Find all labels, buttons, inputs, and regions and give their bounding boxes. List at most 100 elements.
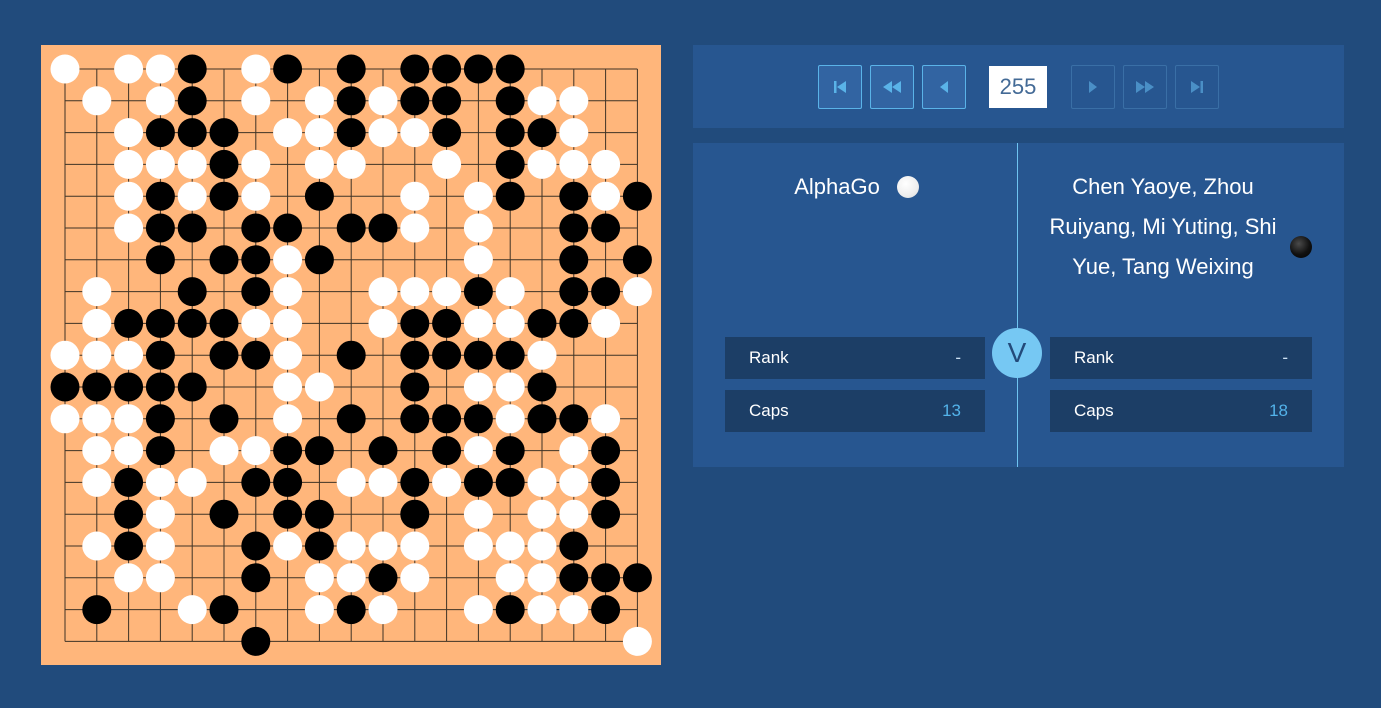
- white-stone: [400, 118, 430, 148]
- white-stone: [495, 531, 525, 561]
- white-stone: [82, 277, 112, 307]
- black-stone: [591, 277, 621, 307]
- fast-rewind-icon: [883, 81, 901, 93]
- white-stone: [622, 626, 652, 656]
- white-stone: [463, 181, 493, 211]
- black-stone: [241, 213, 271, 243]
- white-caps-row: Caps 13: [725, 390, 985, 432]
- white-stone-icon: [897, 176, 919, 198]
- black-stone: [463, 277, 493, 307]
- black-stone: [241, 245, 271, 275]
- white-stone: [368, 86, 398, 116]
- black-stone: [273, 436, 303, 466]
- black-stone: [82, 595, 112, 625]
- white-stone: [400, 277, 430, 307]
- black-stone: [591, 595, 621, 625]
- white-stone: [495, 277, 525, 307]
- white-stone: [463, 245, 493, 275]
- last-move-button[interactable]: [1175, 65, 1219, 109]
- white-rank-row: Rank -: [725, 337, 985, 379]
- black-stone: [145, 181, 175, 211]
- black-stone: [400, 340, 430, 370]
- white-stone: [463, 531, 493, 561]
- white-stone: [114, 563, 144, 593]
- white-stone: [463, 308, 493, 338]
- white-stone: [273, 531, 303, 561]
- black-stone: [304, 436, 334, 466]
- black-stone: [495, 181, 525, 211]
- black-stone: [145, 436, 175, 466]
- black-stone: [495, 54, 525, 84]
- black-stone: [336, 86, 366, 116]
- white-stone: [273, 277, 303, 307]
- white-stone: [527, 499, 557, 529]
- white-stone: [177, 467, 207, 497]
- black-stone: [432, 118, 462, 148]
- white-stone: [82, 436, 112, 466]
- white-stone: [241, 86, 271, 116]
- skip-start-icon: [834, 81, 846, 93]
- black-stone: [591, 499, 621, 529]
- black-stone: [177, 54, 207, 84]
- white-stone: [145, 531, 175, 561]
- black-stone: [495, 467, 525, 497]
- black-stone: [241, 531, 271, 561]
- white-stone: [241, 181, 271, 211]
- black-stone: [145, 245, 175, 275]
- black-stone: [432, 436, 462, 466]
- fast-forward-button[interactable]: [1123, 65, 1167, 109]
- black-stone: [400, 499, 430, 529]
- white-stone: [336, 563, 366, 593]
- go-board[interactable]: [41, 45, 661, 665]
- black-stone: [622, 245, 652, 275]
- white-stone: [527, 595, 557, 625]
- white-stone: [336, 467, 366, 497]
- black-stone: [432, 340, 462, 370]
- versus-badge: V: [992, 328, 1042, 378]
- white-stone: [145, 563, 175, 593]
- rewind-button[interactable]: [870, 65, 914, 109]
- white-stone: [241, 308, 271, 338]
- white-stone: [400, 563, 430, 593]
- move-number-display[interactable]: 255: [989, 66, 1047, 108]
- white-stone: [527, 563, 557, 593]
- white-stone: [591, 404, 621, 434]
- previous-move-button[interactable]: [922, 65, 966, 109]
- white-stone: [304, 563, 334, 593]
- black-stone: [336, 213, 366, 243]
- black-stone: [559, 245, 589, 275]
- white-stone: [273, 245, 303, 275]
- white-stone: [82, 467, 112, 497]
- black-stone: [432, 404, 462, 434]
- white-stone: [304, 118, 334, 148]
- go-board-svg[interactable]: [41, 45, 661, 665]
- white-stone: [304, 372, 334, 402]
- black-stone: [114, 372, 144, 402]
- white-stone: [145, 467, 175, 497]
- black-stone: [559, 563, 589, 593]
- rank-label: Rank: [1074, 348, 1114, 367]
- black-stone: [209, 595, 239, 625]
- black-stone: [273, 499, 303, 529]
- step-back-icon: [940, 81, 948, 93]
- first-move-button[interactable]: [818, 65, 862, 109]
- black-stone: [82, 372, 112, 402]
- black-stone: [400, 54, 430, 84]
- white-stone: [559, 149, 589, 179]
- white-stone: [145, 54, 175, 84]
- white-stone: [114, 340, 144, 370]
- black-rank-row: Rank -: [1050, 337, 1312, 379]
- white-stone: [368, 531, 398, 561]
- black-stone: [622, 563, 652, 593]
- black-stone: [304, 499, 334, 529]
- white-stone: [463, 595, 493, 625]
- black-stone: [400, 86, 430, 116]
- white-stone: [336, 149, 366, 179]
- white-stone: [304, 86, 334, 116]
- black-stone: [273, 213, 303, 243]
- black-stone: [336, 595, 366, 625]
- white-player-name: AlphaGo: [794, 174, 880, 199]
- next-move-button[interactable]: [1071, 65, 1115, 109]
- black-stone: [527, 308, 557, 338]
- black-stone: [400, 467, 430, 497]
